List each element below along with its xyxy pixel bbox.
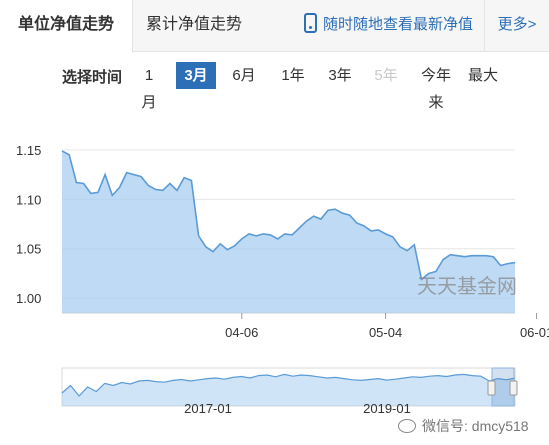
y-tick-label: 1.10 [16, 192, 41, 207]
navigator-label: 2019-01 [363, 401, 411, 416]
navigator-handle[interactable] [509, 380, 518, 396]
navigator-handle[interactable] [487, 380, 496, 396]
wechat-icon [398, 419, 416, 433]
x-axis: 04-06 05-04 06-01 [225, 313, 549, 340]
nav-chart[interactable]: 1.15 1.10 1.05 1.00 04-06 05-04 06-01 天天基金网 2… [0, 0, 549, 445]
x-tick-label: 06-01 [520, 325, 549, 340]
y-axis: 1.15 1.10 1.05 1.00 [16, 143, 41, 306]
y-tick-label: 1.00 [16, 291, 41, 306]
y-tick-label: 1.15 [16, 143, 41, 158]
y-tick-label: 1.05 [16, 242, 41, 257]
wechat-text: 微信号: dmcy518 [422, 418, 529, 434]
x-tick-label: 04-06 [225, 325, 258, 340]
wechat-id: 微信号: dmcy518 [398, 416, 529, 436]
navigator-label: 2017-01 [184, 401, 232, 416]
watermark: 天天基金网 [417, 275, 517, 298]
range-navigator[interactable]: 2017-01 2019-01 [61, 367, 518, 416]
x-tick-label: 05-04 [369, 325, 402, 340]
